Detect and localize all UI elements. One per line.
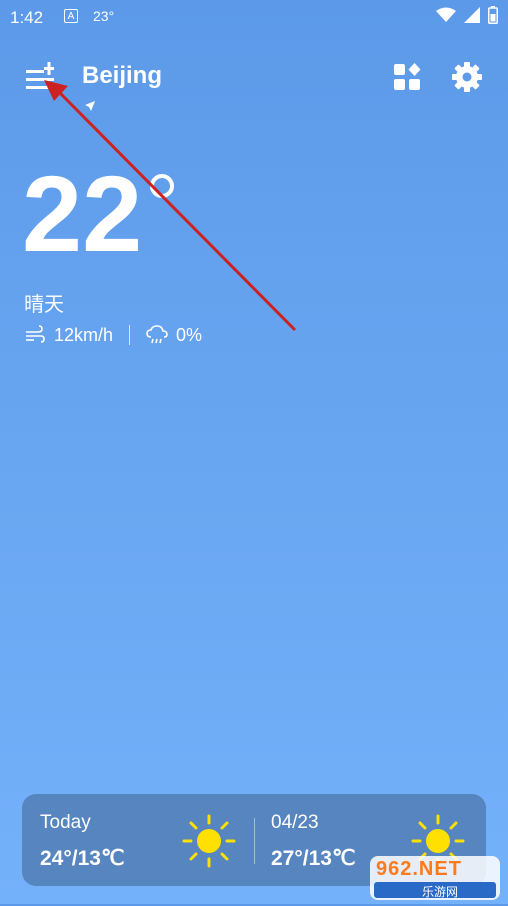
rain-cloud-icon xyxy=(146,325,168,344)
precipitation: 0% xyxy=(176,324,203,345)
settings-button[interactable] xyxy=(450,60,484,94)
header: Beijing xyxy=(0,52,508,112)
forecast-temp-range: 27°/13℃ xyxy=(271,847,356,870)
watermark-sub: 乐游网 xyxy=(422,885,459,899)
forecast-today[interactable]: Today 24°/13℃ xyxy=(22,794,254,886)
status-temperature: 23° xyxy=(93,8,115,24)
forecast-date: 04/23 xyxy=(271,812,319,833)
status-icons xyxy=(436,6,498,24)
menu-add-icon xyxy=(26,62,54,89)
sun-icon xyxy=(182,814,236,868)
signal-icon xyxy=(464,7,480,23)
grid-widget-icon xyxy=(394,63,421,90)
gear-icon xyxy=(452,62,482,92)
status-bar: 1:42 A 23° xyxy=(0,0,508,36)
degree-symbol xyxy=(150,174,174,198)
city-name[interactable]: Beijing xyxy=(82,62,162,90)
metric-divider xyxy=(129,325,131,345)
watermark-brand: 962.NET xyxy=(376,858,462,880)
status-time: 1:42 xyxy=(10,8,44,27)
weather-condition: 晴天 xyxy=(24,292,64,316)
widget-layout-button[interactable] xyxy=(390,60,424,94)
watermark-logo: 962.NET 乐游网 xyxy=(368,852,502,902)
wind-speed: 12km/h xyxy=(54,324,114,345)
wifi-icon xyxy=(436,7,456,22)
wind-icon xyxy=(26,325,45,343)
weather-metrics: 12km/h 0% xyxy=(24,324,202,346)
notification-icon: A xyxy=(64,9,78,23)
current-temperature: 22 xyxy=(22,153,143,274)
forecast-temp-range: 24°/13℃ xyxy=(40,847,125,870)
annotation-arrow xyxy=(44,80,297,332)
forecast-date: Today xyxy=(40,812,91,833)
location-arrow-icon xyxy=(85,101,95,111)
city-menu-button[interactable] xyxy=(22,58,62,94)
battery-icon xyxy=(488,6,498,24)
